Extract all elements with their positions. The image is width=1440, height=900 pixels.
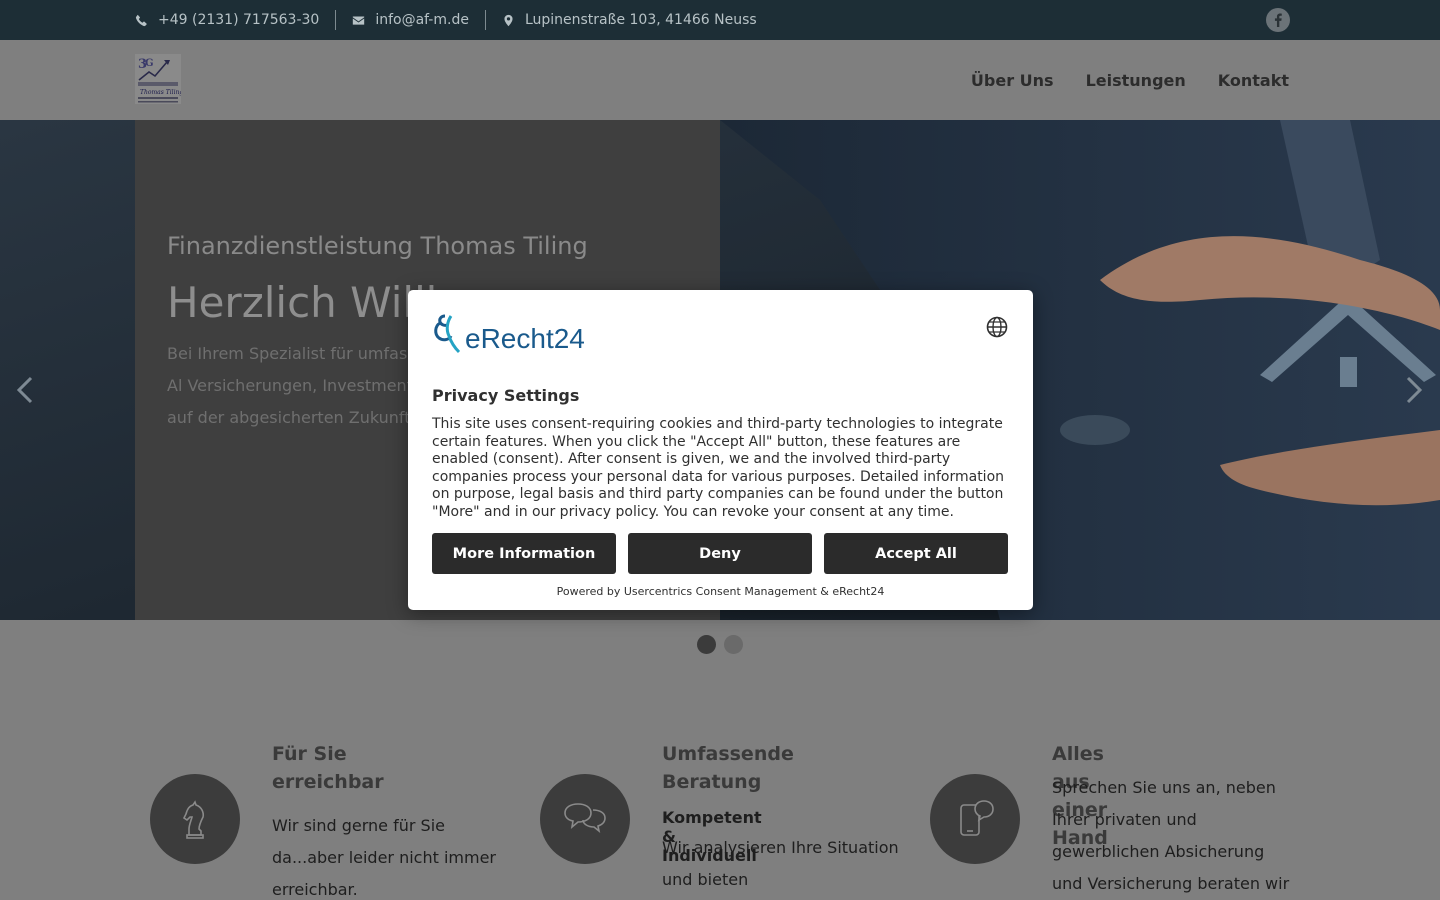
feature-title-line: Beratung xyxy=(662,771,762,793)
feature-title: Für Sie erreichbar xyxy=(272,740,384,796)
erecht24-logo: eRecht24 xyxy=(434,314,585,354)
slider-dot-2[interactable] xyxy=(724,635,743,654)
chess-knight-icon xyxy=(182,800,205,839)
svg-text:Thomas Tiling: Thomas Tiling xyxy=(140,89,181,96)
slider-dot-1[interactable] xyxy=(697,635,716,654)
deny-button[interactable]: Deny xyxy=(628,533,812,574)
powered-by-text: Powered by Usercentrics Consent Manageme… xyxy=(556,585,885,598)
site-header: 3 G Thomas Tiling Über Uns Leistungen Ko… xyxy=(0,40,1440,120)
svg-text:G: G xyxy=(145,58,154,69)
main-nav: Über Uns Leistungen Kontakt xyxy=(971,40,1289,120)
dialog-actions: More Information Deny Accept All xyxy=(432,533,1008,574)
mobile-chat-icon xyxy=(960,800,994,836)
feature-text: Wir sind gerne für Sie da...aber leider … xyxy=(272,816,497,899)
dialog-description: This site uses consent-requiring cookies… xyxy=(432,416,1005,520)
nav-item-ueber-uns[interactable]: Über Uns xyxy=(971,71,1054,90)
email-link[interactable]: info@af-m.de xyxy=(336,10,485,30)
street-address: Lupinenstraße 103, 41466 Neuss xyxy=(524,12,757,28)
feature-title-line: Für Sie xyxy=(272,743,347,765)
dialog-title: Privacy Settings xyxy=(432,386,580,405)
facebook-button[interactable] xyxy=(1266,8,1290,32)
nav-item-kontakt[interactable]: Kontakt xyxy=(1218,71,1289,90)
contact-info: +49 (2131) 717563-30 info@af-m.de Lupine… xyxy=(135,0,773,40)
phone-number: +49 (2131) 717563-30 xyxy=(158,12,320,28)
feature-title-line: erreichbar xyxy=(272,771,384,793)
slider-prev-button[interactable] xyxy=(15,375,35,405)
nav-item-leistungen[interactable]: Leistungen xyxy=(1086,71,1186,90)
feature-title-line: Umfassende xyxy=(662,743,794,765)
accept-all-button[interactable]: Accept All xyxy=(824,533,1008,574)
feature-icon-circle xyxy=(540,774,630,864)
language-globe-icon[interactable] xyxy=(986,316,1008,338)
map-marker-icon xyxy=(504,14,513,26)
speech-bubbles-icon xyxy=(564,803,606,833)
address-link[interactable]: Lupinenstraße 103, 41466 Neuss xyxy=(486,10,773,30)
feature-title: Umfassende Beratung xyxy=(662,740,794,796)
topbar: +49 (2131) 717563-30 info@af-m.de Lupine… xyxy=(0,0,1440,40)
envelope-icon xyxy=(353,15,365,25)
feature-icon-circle xyxy=(930,774,1020,864)
slider-pagination xyxy=(697,635,743,654)
email-address: info@af-m.de xyxy=(375,12,469,28)
phone-icon xyxy=(135,14,147,26)
feature-icon-circle xyxy=(150,774,240,864)
facebook-icon xyxy=(1274,13,1282,27)
content-section: Für Sie erreichbar Wir sind gerne für Si… xyxy=(0,620,1440,900)
slider-next-button[interactable] xyxy=(1404,375,1424,405)
feature-text: Wir analysieren Ihre Situation und biete… xyxy=(662,838,899,889)
erecht24-brand: eRecht24 xyxy=(465,323,585,354)
more-information-button[interactable]: More Information xyxy=(432,533,616,574)
phone-link[interactable]: +49 (2131) 717563-30 xyxy=(135,10,335,30)
hero-subtitle: Finanzdienstleistung Thomas Tiling xyxy=(167,232,588,260)
chevron-left-icon xyxy=(16,376,33,404)
chevron-right-icon xyxy=(1406,376,1423,404)
feature-text: Sprechen Sie uns an, neben Ihrer private… xyxy=(1052,778,1290,893)
company-logo[interactable]: 3 G Thomas Tiling xyxy=(135,54,181,104)
privacy-consent-dialog: eRecht24 Privacy Settings This site uses… xyxy=(408,290,1033,610)
